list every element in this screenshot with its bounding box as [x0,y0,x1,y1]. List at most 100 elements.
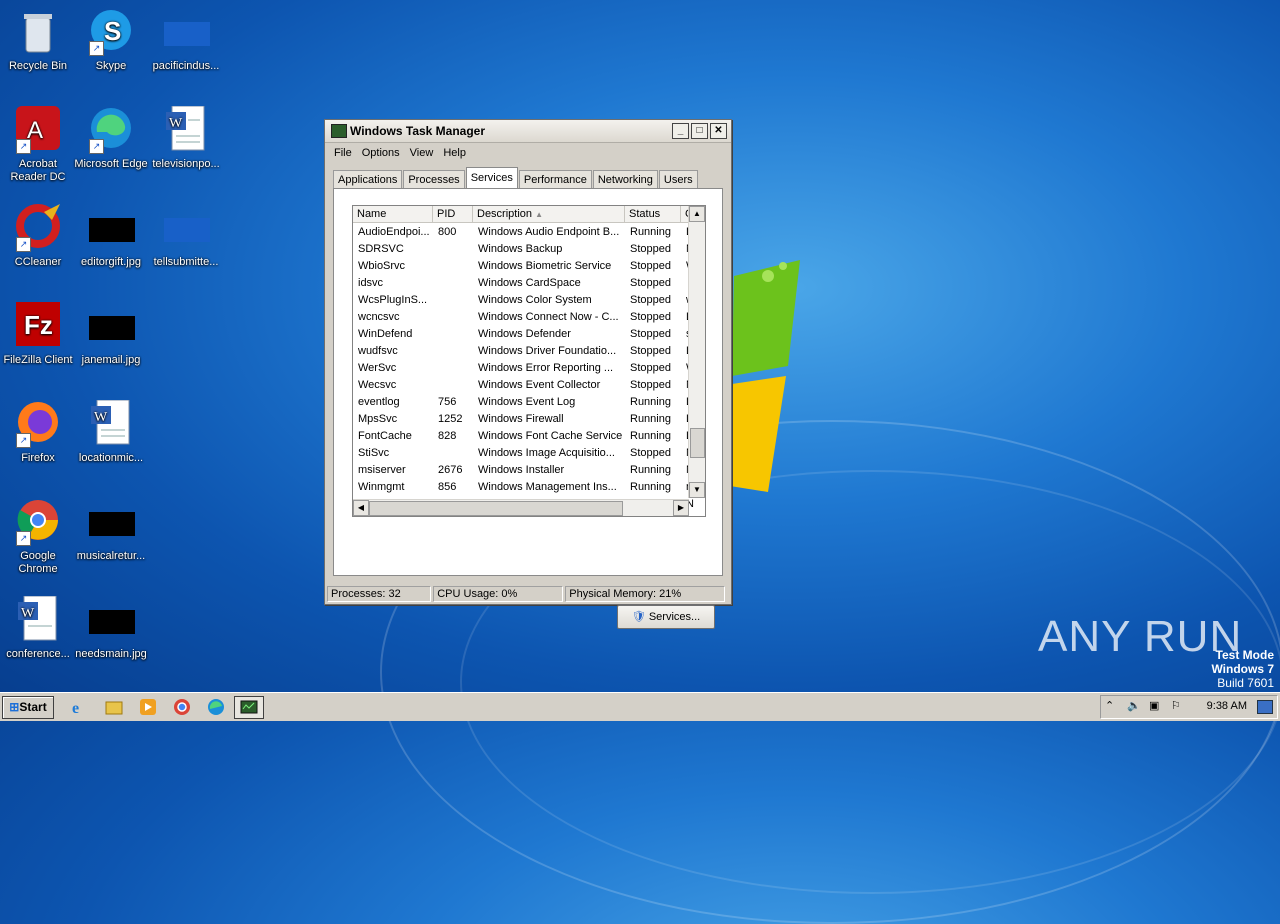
taskbar: ⊞Start e ⌃ 🔈 ▣ ⚐ 9:38 AM [0,692,1280,721]
table-row[interactable]: Winmgmt 856 Windows Management Ins... Runni… [353,478,705,495]
explorer-folder-icon[interactable] [104,697,124,717]
horizontal-scrollbar[interactable]: ◀ ▶ [353,499,689,516]
table-row[interactable]: FontCache 828 Windows Font Cache Service Ru… [353,427,705,444]
table-row[interactable]: eventlog756Windows Event LogRunningLo [353,393,705,410]
menu-file[interactable]: File [329,147,357,159]
minimize-button[interactable]: _ [672,123,689,139]
desktop-icon-recycle-bin[interactable]: Recycle Bin [0,8,76,73]
shortcut-arrow-icon: ↗ [89,139,104,154]
shortcut-arrow-icon: ↗ [16,433,31,448]
start-button[interactable]: ⊞Start [2,696,54,719]
table-row[interactable]: wcncsvc Windows Connect Now - C... Stopped… [353,308,705,325]
desktop-icon-needsmain[interactable]: needsmain.jpg [73,596,149,661]
services-list[interactable]: Name PID Description ▲ Status G AudioEnd… [352,205,706,517]
desktop-icon-televisionpo[interactable]: W televisionpo... [148,105,224,171]
table-row[interactable]: StiSvc Windows Image Acquisitio... Stopped… [353,444,705,461]
cell-status: Stopped [630,293,671,306]
desktop-icon-firefox[interactable]: ↗ Firefox [0,400,76,465]
column-header-name[interactable]: Name [353,206,433,222]
desktop-icon-acrobat[interactable]: A ↗ Acrobat Reader DC [0,106,76,184]
edge-taskbar-icon[interactable] [206,697,226,717]
task-manager-icon [331,124,347,138]
shortcut-arrow-icon: ↗ [16,237,31,252]
show-hidden-icons-icon[interactable]: ⌃ [1105,699,1114,712]
desktop-icon-skype[interactable]: S ↗ Skype [73,8,149,73]
vertical-scroll-thumb[interactable] [690,428,705,458]
desktop-icon-editorgift[interactable]: editorgift.jpg [73,204,149,269]
desktop-icon-label: conference... [6,648,70,660]
cell-status: Running [630,225,671,238]
tab-performance[interactable]: Performance [518,170,592,190]
cell-description: Windows Image Acquisitio... [478,446,615,459]
firefox-icon: ↗ [14,400,62,448]
cell-pid: 756 [438,395,457,408]
desktop-icon-conference[interactable]: W conference... [0,595,76,661]
scroll-down-icon[interactable]: ▼ [689,482,705,498]
cell-name: wcncsvc [358,310,400,323]
scroll-right-icon[interactable]: ▶ [673,500,689,516]
table-row[interactable]: WcsPlugInS... Windows Color System Stopped… [353,291,705,308]
menu-view[interactable]: View [405,147,439,159]
desktop-icon-edge[interactable]: ↗ Microsoft Edge [73,106,149,171]
desktop-icon-pacificindus[interactable]: pacificindus... [148,8,224,73]
desktop-icon-musicalretur[interactable]: musicalretur... [73,498,149,563]
column-header-pid[interactable]: PID [433,206,473,222]
image-file-icon [87,498,135,546]
desktop-icon-chrome[interactable]: ↗ Google Chrome [0,498,76,576]
table-row[interactable]: WerSvc Windows Error Reporting ... Stopped… [353,359,705,376]
media-player-icon[interactable] [138,697,158,717]
tab-users[interactable]: Users [658,170,698,190]
ie-icon[interactable]: e [70,697,90,717]
desktop-icon-label: janemail.jpg [81,354,141,366]
word-document-icon: W [14,595,62,644]
cell-pid: 2676 [438,463,463,476]
task-manager-taskbar-button[interactable] [234,696,264,719]
table-row[interactable]: AudioEndpoi... 800 Windows Audio Endpoint … [353,223,705,240]
cell-pid: 1252 [438,412,463,425]
volume-icon[interactable]: 🔈 [1127,699,1141,712]
table-row[interactable]: WinDefendWindows DefenderStoppedse [353,325,705,342]
desktop-icon-tellsubmitte[interactable]: tellsubmitte... [148,204,224,269]
desktop-icon-locationmic[interactable]: W locationmic... [73,399,149,465]
menu-help[interactable]: Help [438,147,471,159]
show-desktop-icon[interactable] [1257,700,1273,714]
desktop-icon-janemail[interactable]: janemail.jpg [73,302,149,367]
table-row[interactable]: idsvc Windows CardSpace Stopped [353,274,705,291]
column-header-description-label: Description [477,208,533,220]
watermark-line-3: Build 7601 [1217,676,1274,690]
desktop-icon-ccleaner[interactable]: ↗ CCleaner [0,204,76,269]
table-row[interactable]: WecsvcWindows Event CollectorStoppedN [353,376,705,393]
table-row[interactable]: msiserver2676Windows InstallerRunningN [353,461,705,478]
title-bar[interactable]: Windows Task Manager _ □ ✕ [325,120,731,143]
maximize-button[interactable]: □ [691,123,708,139]
action-center-flag-icon[interactable]: ⚐ [1171,699,1181,712]
table-row[interactable]: SDRSVCWindows BackupStoppedN [353,240,705,257]
table-row[interactable]: WbioSrvc Windows Biometric Service Stopped… [353,257,705,274]
word-document-icon: W [162,105,210,154]
menu-bar: File Options View Help [325,143,731,163]
edge-icon: ↗ [87,106,135,154]
table-row[interactable]: wudfsvc Windows Driver Foundatio... Stoppe… [353,342,705,359]
chrome-taskbar-icon[interactable] [172,697,192,717]
status-memory: Physical Memory: 21% [565,586,726,602]
column-header-description[interactable]: Description ▲ [473,206,625,222]
column-header-status[interactable]: Status [625,206,681,222]
network-icon[interactable]: ▣ [1149,699,1159,712]
clock[interactable]: 9:38 AM [1207,700,1247,712]
vertical-scrollbar[interactable]: ▲ ▼ [688,206,705,498]
services-button[interactable]: 🛡 Services... [617,605,715,629]
scroll-left-icon[interactable]: ◀ [353,500,369,516]
tab-processes[interactable]: Processes [403,170,465,190]
menu-options[interactable]: Options [357,147,405,159]
horizontal-scroll-thumb[interactable] [369,501,623,516]
table-row[interactable]: MpsSvc1252Windows FirewallRunningLo [353,410,705,427]
task-manager-window[interactable]: Windows Task Manager _ □ ✕ File Options … [324,119,732,629]
close-button[interactable]: ✕ [710,123,727,139]
image-file-icon [87,302,135,350]
desktop-icon-filezilla[interactable]: Fz FileZilla Client [0,302,76,367]
tab-applications[interactable]: Applications [333,170,403,190]
tab-networking[interactable]: Networking [592,170,658,190]
cell-description: Windows Font Cache Service [478,429,623,442]
scroll-up-icon[interactable]: ▲ [689,206,705,222]
cell-name: WbioSrvc [358,259,406,272]
